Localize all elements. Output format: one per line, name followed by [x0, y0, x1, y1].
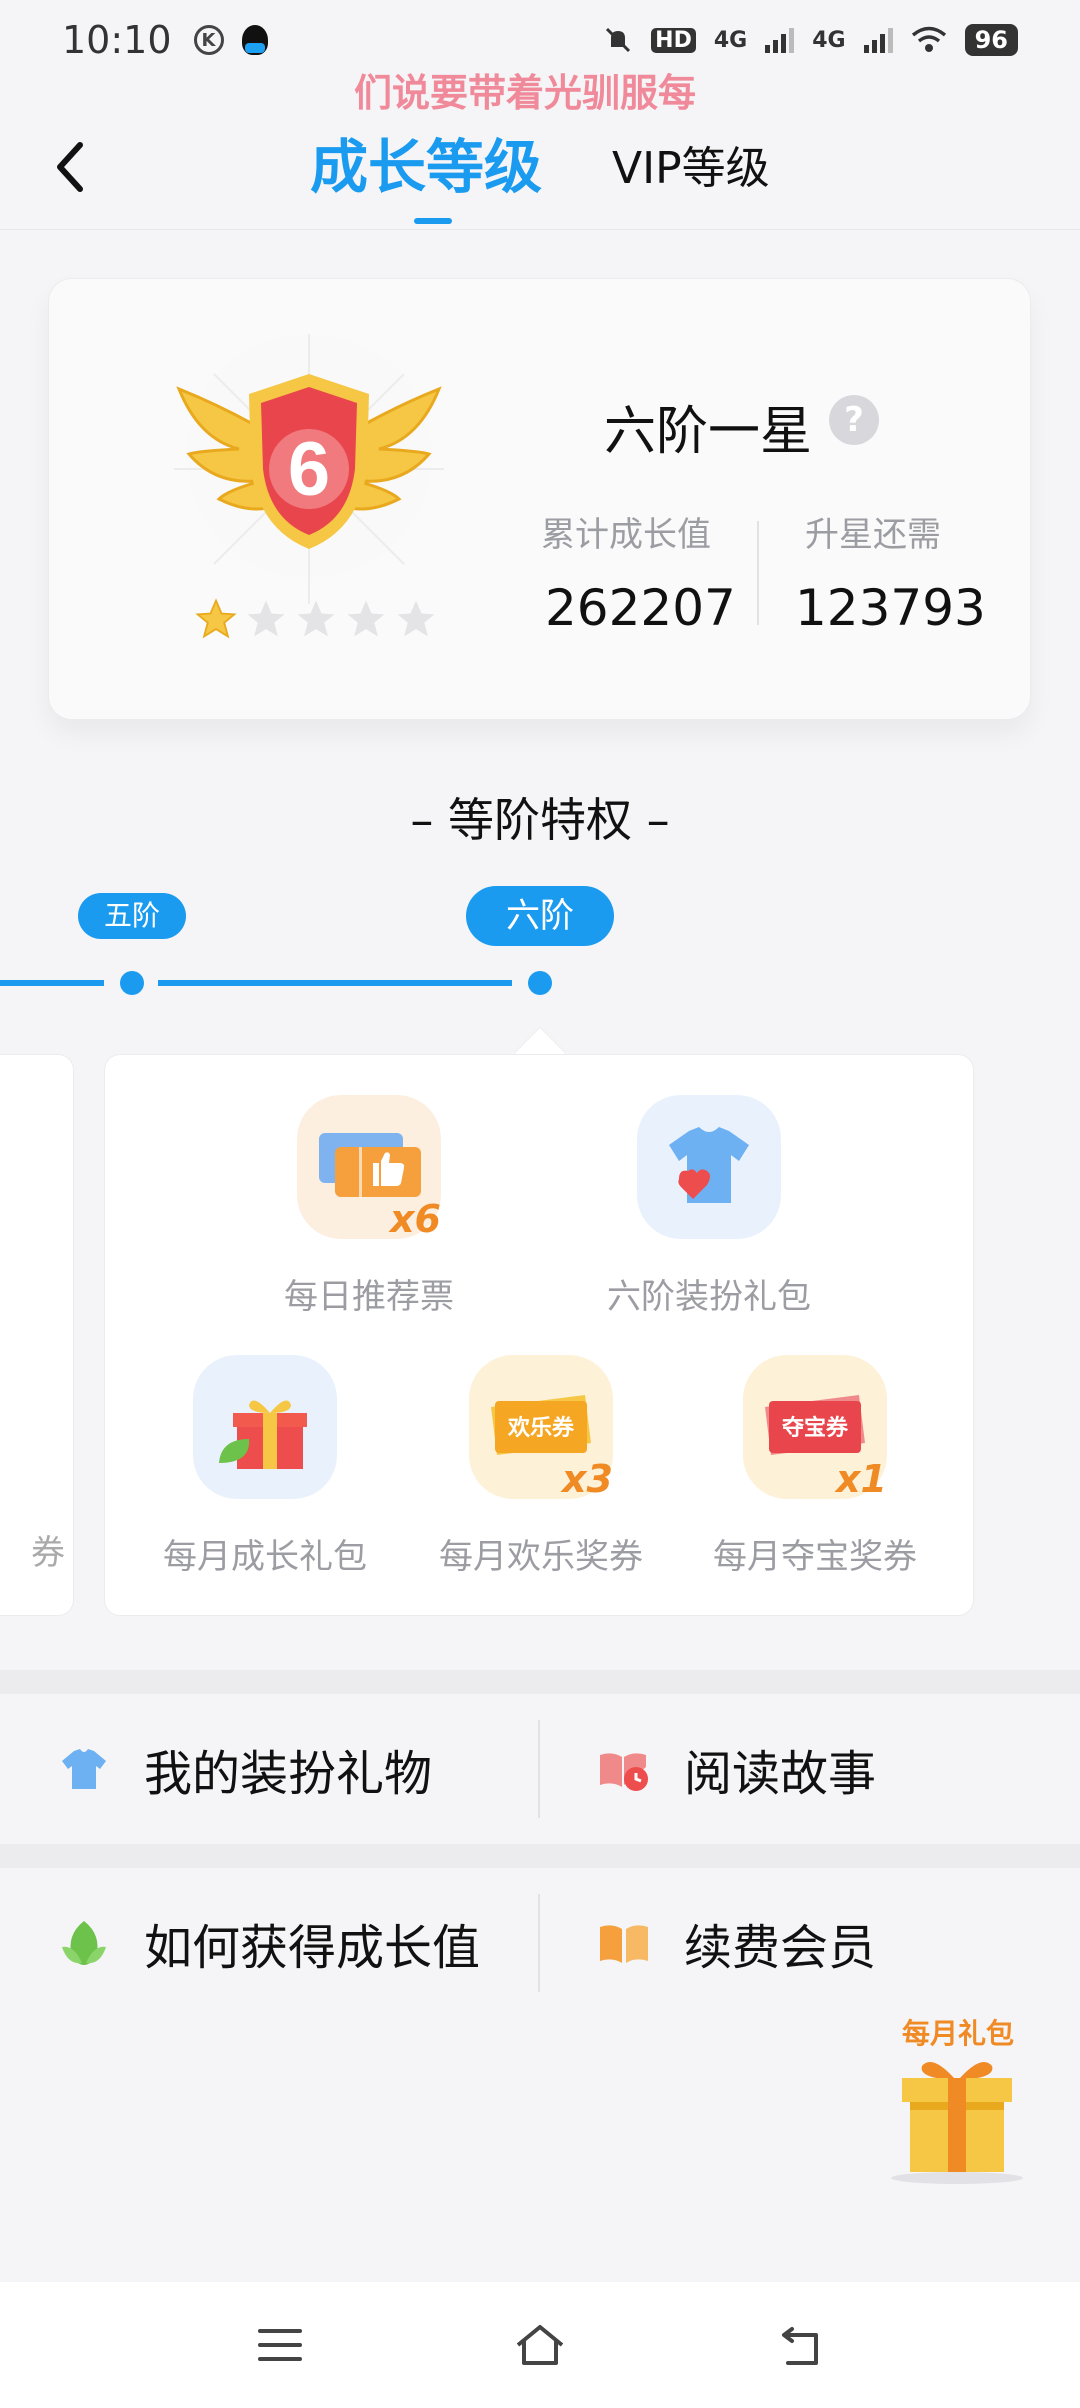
- benefit-label: 每月成长礼包: [163, 1537, 367, 1577]
- tshirt-icon: [62, 1749, 106, 1789]
- menu-row-2: 如何获得成长值 续费会员: [0, 1868, 1080, 2018]
- level-badge: 6: [169, 329, 449, 639]
- benefits-card: x6 每日推荐票 六阶装扮礼包 每月成长礼包 欢乐券 x3 每月欢乐奖券 夺宝券…: [104, 1054, 974, 1616]
- benefit-monthly-growth-gift[interactable]: 每月成长礼包: [145, 1355, 385, 1578]
- section-separator: [0, 1670, 1080, 1694]
- gift-box-leaf-icon: [193, 1355, 337, 1499]
- active-tab-indicator: [414, 218, 452, 224]
- benefit-monthly-treasure-coupon[interactable]: 夺宝券 x1 每月夺宝奖券: [695, 1355, 935, 1578]
- menu-icon[interactable]: [254, 2319, 306, 2371]
- total-growth-label: 累计成长值: [541, 515, 711, 555]
- marquee-text: 们说要带着光驯服每: [354, 71, 697, 110]
- star-empty-icon: [297, 600, 335, 637]
- star-empty-icon: [397, 600, 435, 637]
- upgrade-need-label: 升星还需: [805, 515, 941, 555]
- how-to-gain-growth-link[interactable]: 如何获得成长值: [56, 1868, 480, 2018]
- menu-row-1: 我的装扮礼物 阅读故事: [0, 1694, 1080, 1844]
- status-time: 10:10: [62, 18, 172, 62]
- section-title: – 等阶特权 –: [410, 793, 670, 847]
- tab-vip-level[interactable]: VIP等级: [612, 132, 770, 196]
- menu-label: 续费会员: [684, 1920, 877, 1976]
- badge-number: 6: [288, 427, 330, 512]
- timeline-dot-tier5[interactable]: [120, 971, 144, 995]
- open-book-icon: [600, 1925, 648, 1963]
- section-separator: [0, 1844, 1080, 1868]
- prev-tier-card[interactable]: 券: [0, 1054, 74, 1616]
- benefit-label: 每月夺宝奖券: [713, 1537, 917, 1577]
- gift-box-icon: [891, 2062, 1023, 2184]
- winged-shield-badge-icon: 6: [174, 334, 444, 604]
- hd-icon: HD: [651, 27, 696, 53]
- level-name: 六阶一星: [604, 402, 813, 462]
- star-empty-icon: [347, 600, 385, 637]
- monthly-gift-label: 每月礼包: [902, 2017, 1015, 2050]
- tier-pill-6[interactable]: 六阶: [466, 886, 614, 946]
- treasure-coupon-icon: 夺宝券 x1: [743, 1355, 887, 1501]
- benefit-label: 每日推荐票: [284, 1277, 454, 1317]
- multiplier: x3: [562, 1457, 613, 1501]
- star-filled-icon: [195, 598, 237, 639]
- back-button[interactable]: [40, 122, 100, 212]
- coupon-text: 欢乐券: [507, 1415, 575, 1441]
- menu-label: 如何获得成长值: [144, 1920, 481, 1976]
- stat-divider: [757, 521, 759, 625]
- renew-membership-link[interactable]: 续费会员: [596, 1868, 876, 2018]
- menu-divider: [538, 1720, 540, 1818]
- benefit-daily-ticket[interactable]: x6 每日推荐票: [249, 1095, 489, 1318]
- wifi-icon: [911, 26, 946, 52]
- upgrade-need-value: 123793: [795, 579, 986, 637]
- back-icon[interactable]: [774, 2319, 826, 2371]
- signal-4g-1-label: 4G: [713, 27, 748, 53]
- read-stories-link[interactable]: 阅读故事: [596, 1694, 876, 1844]
- multiplier: x6: [390, 1197, 441, 1241]
- nav-bar: 成长等级 VIP等级: [0, 110, 1080, 230]
- signal-bars-2-icon: [863, 27, 893, 53]
- prev-card-text: 券: [31, 1533, 65, 1573]
- menu-label: 阅读故事: [684, 1746, 877, 1802]
- star-rating: [194, 597, 438, 641]
- timeline-line: [158, 980, 512, 986]
- multiplier: x1: [836, 1457, 887, 1501]
- menu-divider: [538, 1894, 540, 1992]
- chevron-left-icon: [57, 142, 83, 192]
- signal-bars-1-icon: [765, 27, 795, 53]
- benefit-label: 每月欢乐奖券: [439, 1537, 643, 1577]
- ticket-thumbs-up-icon: x6: [297, 1095, 441, 1241]
- tshirt-heart-icon: [637, 1095, 781, 1239]
- signal-4g-2-label: 4G: [812, 27, 846, 53]
- menu-label: 我的装扮礼物: [144, 1746, 433, 1802]
- leaf-icon: [62, 1921, 106, 1965]
- level-card: 6 六阶一星 ? 累计成长值 262207 升星还需 123793: [48, 278, 1031, 720]
- timeline-dot-tier6[interactable]: [528, 971, 552, 995]
- book-clock-icon: [600, 1753, 648, 1791]
- battery-indicator: 96: [964, 24, 1018, 56]
- home-icon[interactable]: [514, 2319, 566, 2371]
- timeline-line: [0, 980, 104, 986]
- coupon-text: 夺宝券: [781, 1415, 849, 1441]
- marquee-banner: 们说要带着光驯服每: [354, 62, 724, 110]
- benefit-monthly-happy-coupon[interactable]: 欢乐券 x3 每月欢乐奖券: [421, 1355, 661, 1578]
- system-nav-bar: [0, 2282, 1080, 2408]
- k-app-icon: K: [193, 25, 224, 55]
- tier-pill-5[interactable]: 五阶: [78, 893, 186, 939]
- tab-growth-level[interactable]: 成长等级: [310, 120, 542, 204]
- qq-penguin-icon: [241, 25, 268, 55]
- happy-coupon-icon: 欢乐券 x3: [469, 1355, 613, 1501]
- my-dressup-gifts-link[interactable]: 我的装扮礼物: [56, 1694, 432, 1844]
- mute-bell-icon: [606, 27, 631, 53]
- monthly-gift-floating-button[interactable]: 每月礼包: [882, 2012, 1032, 2184]
- benefit-label: 六阶装扮礼包: [607, 1277, 811, 1317]
- star-empty-icon: [247, 600, 285, 637]
- help-icon[interactable]: ?: [829, 395, 879, 445]
- total-growth-value: 262207: [545, 579, 736, 637]
- benefit-dressup-pack[interactable]: 六阶装扮礼包: [589, 1095, 829, 1318]
